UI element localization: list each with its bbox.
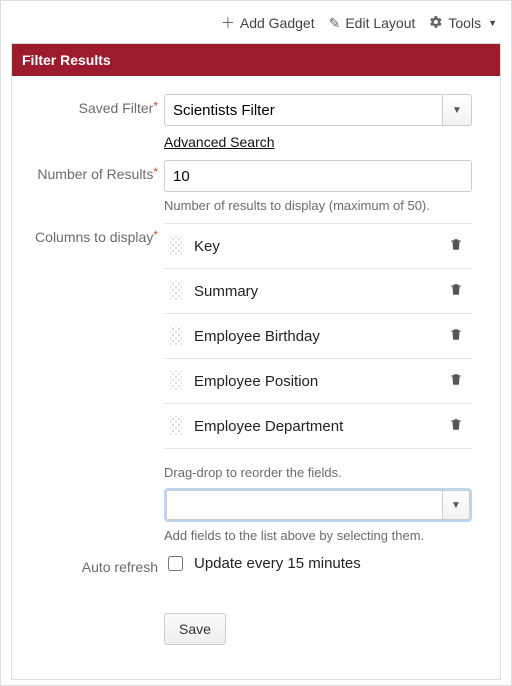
column-item[interactable]: Employee Birthday [164,314,472,359]
drag-handle-icon[interactable] [170,371,182,391]
pencil-icon: ✎ [329,15,341,32]
label-columns: Columns to display* [24,223,164,245]
edit-layout-button[interactable]: ✎ Edit Layout [329,15,416,32]
plus-icon: ＋ [221,13,235,33]
trash-icon[interactable] [446,237,466,256]
saved-filter-value[interactable] [164,94,442,126]
column-item[interactable]: Summary [164,269,472,314]
caret-down-icon: ▼ [488,18,497,28]
column-name: Key [194,238,434,255]
add-column-dropdown-button[interactable]: ▼ [442,490,470,520]
row-auto-refresh: Auto refresh Update every 15 minutes [24,553,472,575]
drag-handle-icon[interactable] [170,416,182,436]
field-auto-refresh: Update every 15 minutes [164,553,472,574]
label-saved-filter: Saved Filter* [24,94,164,116]
row-columns: Columns to display* Key Summary Employee B… [24,223,472,543]
trash-icon[interactable] [446,327,466,346]
field-saved-filter: ▼ Advanced Search [164,94,472,150]
auto-refresh-text: Update every 15 minutes [194,555,361,572]
row-number-of-results: Number of Results* Number of results to … [24,160,472,213]
saved-filter-dropdown-button[interactable]: ▼ [442,94,472,126]
saved-filter-select[interactable]: ▼ [164,94,472,126]
trash-icon[interactable] [446,282,466,301]
tools-menu-button[interactable]: Tools ▼ [429,15,497,32]
add-gadget-button[interactable]: ＋ Add Gadget [221,13,315,33]
add-gadget-label: Add Gadget [240,15,315,31]
tools-label: Tools [448,15,481,31]
auto-refresh-checkbox[interactable] [168,556,183,571]
column-name: Employee Department [194,418,434,435]
field-number-of-results: Number of results to display (maximum of… [164,160,472,213]
columns-reorder-hint: Drag-drop to reorder the fields. [164,465,472,480]
row-save: Save [24,585,472,645]
column-item[interactable]: Employee Position [164,359,472,404]
add-column-select[interactable]: ▼ [164,488,472,522]
trash-icon[interactable] [446,372,466,391]
trash-icon[interactable] [446,417,466,436]
columns-add-hint: Add fields to the list above by selectin… [164,528,472,543]
caret-down-icon: ▼ [452,105,462,116]
advanced-search-link[interactable]: Advanced Search [164,134,275,150]
gear-icon [429,15,443,32]
panel-title: Filter Results [12,44,500,76]
auto-refresh-checkbox-label[interactable]: Update every 15 minutes [164,553,472,574]
filter-results-panel: Filter Results Saved Filter* ▼ Advanced … [11,43,501,680]
required-marker: * [153,228,158,242]
caret-down-icon: ▼ [451,500,461,511]
column-item[interactable]: Employee Department [164,404,472,449]
app-frame: ＋ Add Gadget ✎ Edit Layout Tools ▼ Filte… [0,0,512,686]
drag-handle-icon[interactable] [170,236,182,256]
number-of-results-hint: Number of results to display (maximum of… [164,198,472,213]
row-saved-filter: Saved Filter* ▼ Advanced Search [24,94,472,150]
required-marker: * [153,99,158,113]
drag-handle-icon[interactable] [170,326,182,346]
column-name: Employee Position [194,373,434,390]
column-name: Summary [194,283,434,300]
columns-list: Key Summary Employee Birthday Employee Posi… [164,223,472,449]
column-item[interactable]: Key [164,224,472,269]
column-name: Employee Birthday [194,328,434,345]
required-marker: * [153,165,158,179]
label-number-of-results: Number of Results* [24,160,164,182]
field-columns: Key Summary Employee Birthday Employee Posi… [164,223,472,543]
label-auto-refresh: Auto refresh [24,553,164,575]
drag-handle-icon[interactable] [170,281,182,301]
field-save: Save [164,585,472,645]
number-of-results-input[interactable] [164,160,472,192]
edit-layout-label: Edit Layout [345,15,415,31]
top-toolbar: ＋ Add Gadget ✎ Edit Layout Tools ▼ [11,11,501,43]
save-button[interactable]: Save [164,613,226,645]
add-column-input[interactable] [166,490,442,520]
panel-body: Saved Filter* ▼ Advanced Search Number o… [12,76,500,679]
